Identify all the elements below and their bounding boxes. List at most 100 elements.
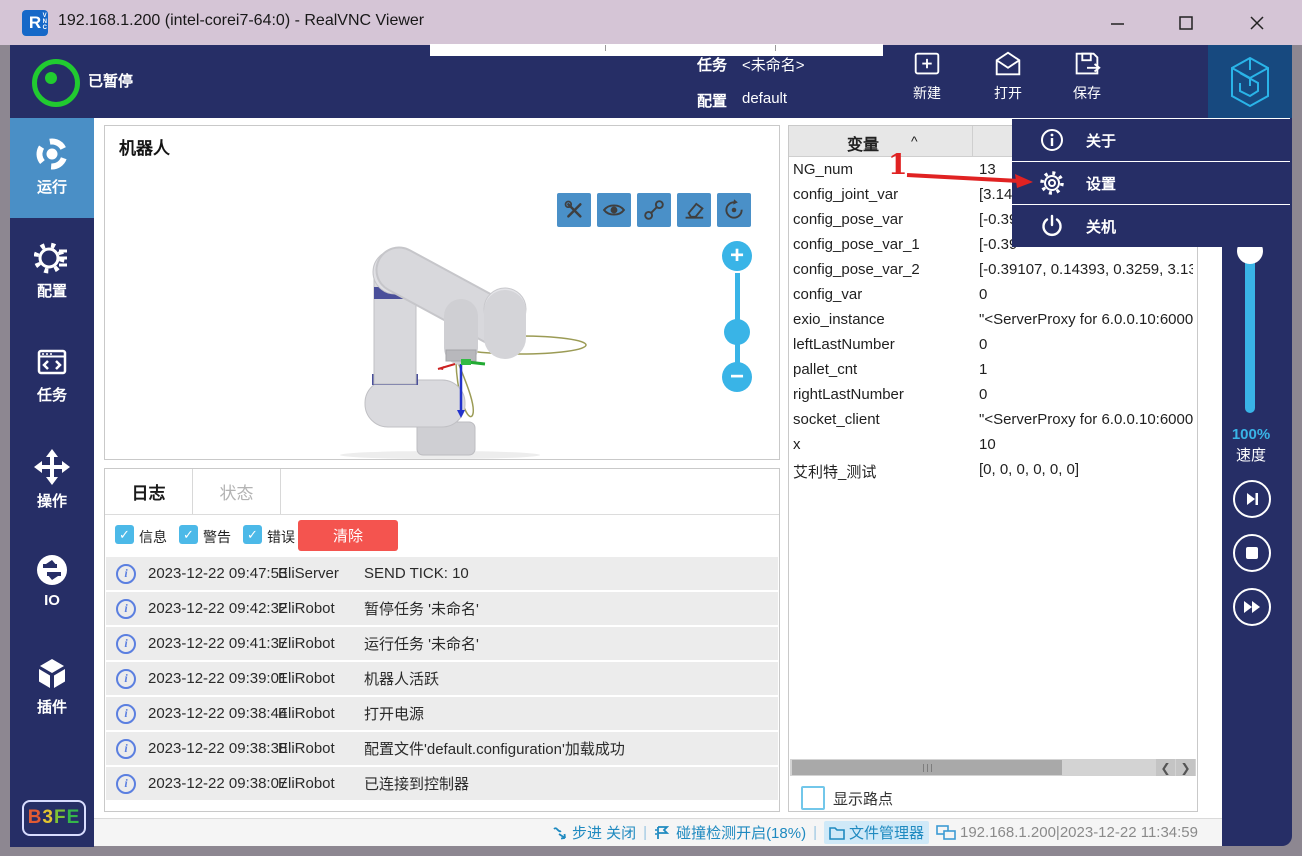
zoom-slider-handle[interactable]	[724, 319, 750, 345]
reset-view-icon	[721, 197, 747, 223]
info-icon: i	[116, 739, 136, 759]
collision-detection-toggle[interactable]: 碰撞检测开启(18%)	[654, 822, 806, 843]
horizontal-scrollbar[interactable]: ❮ ❯	[790, 759, 1196, 776]
task-value: <未命名>	[742, 54, 805, 75]
log-row: i 2023-12-22 09:39:01 EliRobot 机器人活跃	[106, 662, 778, 695]
file-manager-button[interactable]: 文件管理器	[824, 821, 929, 844]
vnc-toolbar-collapsed[interactable]	[430, 44, 883, 56]
network-monitors-icon	[936, 825, 956, 841]
stop-icon	[1245, 546, 1259, 560]
variable-row[interactable]: exio_instance"<ServerProxy for 6.0.0.10:…	[793, 308, 1193, 333]
maximize-button[interactable]	[1161, 0, 1211, 45]
show-waypoints-label: 显示路点	[833, 788, 893, 809]
menu-item-about[interactable]: 关于	[1012, 119, 1290, 162]
io-icon	[34, 552, 70, 588]
visibility-button[interactable]	[597, 193, 631, 227]
fast-forward-button[interactable]	[1233, 588, 1271, 626]
tab-status[interactable]: 状态	[193, 469, 281, 514]
info-icon: i	[116, 669, 136, 689]
fast-forward-icon	[1243, 600, 1261, 614]
eraser-button[interactable]	[677, 193, 711, 227]
system-dropdown-menu: 关于 设置 关机	[1012, 118, 1290, 247]
filter-warning-checkbox[interactable]: ✓	[179, 525, 198, 544]
save-icon	[1071, 48, 1103, 80]
minimize-button[interactable]	[1093, 0, 1143, 45]
window-title: 192.168.1.200 (intel-corei7-64:0) - Real…	[58, 12, 424, 30]
variable-row[interactable]: rightLastNumber0	[793, 383, 1193, 408]
filter-info-checkbox[interactable]: ✓	[115, 525, 134, 544]
waypoints-button[interactable]	[637, 193, 671, 227]
filter-error-checkbox[interactable]: ✓	[243, 525, 262, 544]
connection-status: 192.168.1.200|2023-12-22 11:34:59	[936, 824, 1198, 841]
sidebar-item-task[interactable]: 任务	[10, 326, 94, 426]
new-file-icon	[911, 48, 943, 80]
config-label: 配置	[697, 90, 727, 111]
robot-status-icon[interactable]	[32, 59, 80, 107]
header-column-divider	[972, 126, 973, 156]
variable-row[interactable]: 艾利特_测试[0, 0, 0, 0, 0, 0]	[793, 458, 1193, 483]
eraser-icon	[681, 197, 707, 223]
filter-error-label: 错误	[267, 527, 295, 547]
info-icon: i	[116, 774, 136, 794]
sidebar-item-io[interactable]: IO	[10, 534, 94, 634]
waypoints-icon	[641, 197, 667, 223]
log-row: i 2023-12-22 09:38:07 EliRobot 已连接到控制器	[106, 767, 778, 800]
sidebar-item-configure[interactable]: 配置	[10, 222, 94, 322]
configure-icon	[34, 240, 70, 276]
tools-button[interactable]	[557, 193, 591, 227]
tabs-divider	[105, 514, 779, 515]
info-icon: i	[116, 564, 136, 584]
step-next-button[interactable]	[1233, 480, 1271, 518]
statusbar-separator: |	[643, 824, 647, 841]
log-row: i 2023-12-22 09:41:37 EliRobot 运行任务 '未命名…	[106, 627, 778, 660]
tools-icon	[562, 198, 586, 222]
scroll-right-button[interactable]: ❯	[1176, 759, 1195, 776]
variable-row[interactable]: config_var0	[793, 283, 1193, 308]
sidebar-item-plugin[interactable]: 插件	[10, 638, 94, 738]
speed-label: 速度	[1222, 444, 1280, 465]
info-icon: i	[116, 704, 136, 724]
speed-slider-track[interactable]	[1245, 248, 1255, 413]
stop-button[interactable]	[1233, 534, 1271, 572]
reset-view-button[interactable]	[717, 193, 751, 227]
brand-menu-button[interactable]	[1208, 45, 1292, 118]
zoom-out-button[interactable]: −	[722, 362, 752, 392]
close-icon	[1250, 16, 1264, 30]
open-task-button[interactable]: 打开	[973, 48, 1043, 114]
zoom-in-button[interactable]: +	[722, 241, 752, 271]
menu-item-shutdown[interactable]: 关机	[1012, 205, 1290, 247]
scroll-left-button[interactable]: ❮	[1156, 759, 1175, 776]
new-task-button[interactable]: 新建	[892, 48, 962, 114]
tab-log[interactable]: 日志	[105, 469, 193, 514]
variable-row[interactable]: config_pose_var_2[-0.39107, 0.14393, 0.3…	[793, 258, 1193, 283]
clear-log-button[interactable]: 清除	[298, 520, 398, 551]
scrollbar-thumb[interactable]	[792, 760, 1062, 775]
info-icon: i	[116, 599, 136, 619]
task-icon	[34, 344, 70, 380]
variable-row[interactable]: socket_client"<ServerProxy for 6.0.0.10:…	[793, 408, 1193, 433]
variable-row[interactable]: pallet_cnt1	[793, 358, 1193, 383]
power-icon	[1040, 214, 1064, 238]
variable-row[interactable]: leftLastNumber0	[793, 333, 1193, 358]
close-button[interactable]	[1232, 0, 1282, 45]
elite-cube-logo-icon	[1228, 56, 1272, 108]
show-waypoints-checkbox[interactable]	[801, 786, 825, 810]
log-row: i 2023-12-22 09:42:32 EliRobot 暂停任务 '未命名…	[106, 592, 778, 625]
info-icon: i	[116, 634, 136, 654]
task-label: 任务	[697, 54, 727, 75]
robot-3d-panel: 机器人	[104, 125, 780, 460]
variable-row[interactable]: x10	[793, 433, 1193, 458]
robot-3d-viewport[interactable]	[105, 126, 779, 459]
sidebar-item-run[interactable]: 运行	[10, 118, 94, 218]
robot-status-label: 已暂停	[88, 70, 133, 91]
step-mode-toggle[interactable]: 步进 关闭	[552, 822, 636, 843]
menu-item-settings[interactable]: 设置	[1012, 162, 1290, 205]
realvnc-logo-icon: RVNC	[22, 10, 48, 36]
robot-status-dot	[45, 72, 57, 84]
gear-icon	[1040, 171, 1064, 195]
save-task-button[interactable]: 保存	[1052, 48, 1122, 114]
log-row: i 2023-12-22 09:38:38 EliRobot 配置文件'defa…	[106, 732, 778, 765]
sidebar-item-operate[interactable]: 操作	[10, 430, 94, 530]
filter-warning-label: 警告	[203, 527, 231, 547]
eye-icon	[601, 197, 627, 223]
